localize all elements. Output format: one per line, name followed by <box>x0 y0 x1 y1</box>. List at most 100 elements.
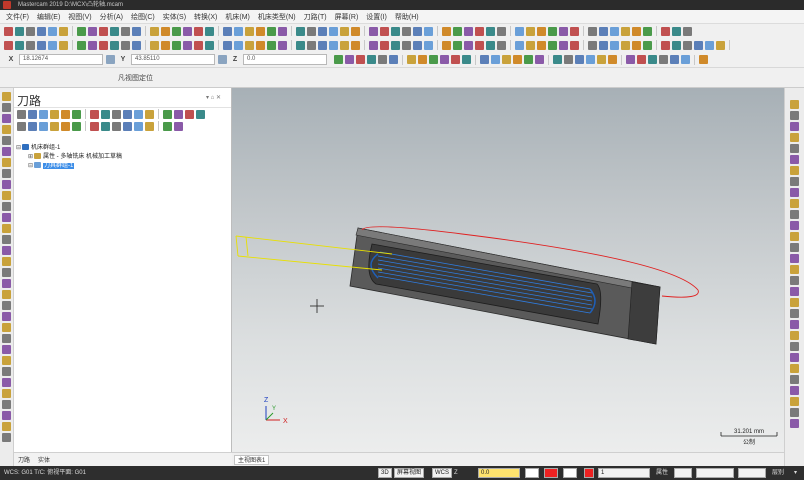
fillet-icon[interactable] <box>402 40 411 50</box>
strip-tool-icon[interactable] <box>2 367 11 376</box>
y-lock-icon[interactable] <box>218 55 227 64</box>
strip-tool-icon[interactable] <box>2 246 11 255</box>
solid-icon[interactable] <box>205 26 214 36</box>
expand-icon[interactable] <box>90 121 99 131</box>
regenerate-icon[interactable] <box>39 109 48 119</box>
strip-tool-icon[interactable] <box>2 147 11 156</box>
strip-tool-icon[interactable] <box>790 419 799 428</box>
delete-icon[interactable] <box>515 26 524 36</box>
status-dropdown-icon[interactable]: ▾ <box>794 466 797 480</box>
line-color-button[interactable] <box>544 468 558 478</box>
strip-tool-icon[interactable] <box>2 213 11 222</box>
autocursor-icon[interactable] <box>334 54 343 64</box>
wcs-button[interactable]: WCS <box>432 468 452 478</box>
level-icon[interactable] <box>599 26 608 36</box>
line-icon[interactable] <box>4 40 13 50</box>
solid-color-button[interactable] <box>584 468 594 478</box>
drill-icon[interactable] <box>161 40 170 50</box>
backplot-icon[interactable] <box>174 109 183 119</box>
redo-icon[interactable] <box>683 26 692 36</box>
pan-icon[interactable] <box>121 26 130 36</box>
endpoint-icon[interactable] <box>586 54 595 64</box>
print-icon[interactable] <box>661 26 670 36</box>
strip-tool-icon[interactable] <box>790 232 799 241</box>
spline-icon[interactable] <box>548 40 557 50</box>
scale-icon[interactable] <box>296 40 305 50</box>
strip-tool-icon[interactable] <box>790 155 799 164</box>
strip-tool-icon[interactable] <box>790 166 799 175</box>
rectangle-icon[interactable] <box>705 40 714 50</box>
move-down-icon[interactable] <box>112 121 121 131</box>
strip-tool-icon[interactable] <box>2 345 11 354</box>
strip-tool-icon[interactable] <box>790 309 799 318</box>
paste-icon[interactable] <box>88 26 97 36</box>
mirror-icon[interactable] <box>610 40 619 50</box>
color-icon[interactable] <box>194 26 203 36</box>
x-lock-icon[interactable] <box>106 55 115 64</box>
save-icon[interactable] <box>442 26 451 36</box>
trim-icon[interactable] <box>88 40 97 50</box>
strip-tool-icon[interactable] <box>790 111 799 120</box>
delete-op-icon[interactable] <box>112 109 121 119</box>
insert-arrow-icon[interactable] <box>134 121 143 131</box>
zoom-icon[interactable] <box>110 26 119 36</box>
offset-icon[interactable] <box>267 40 276 50</box>
y-coordinate-input[interactable]: 43.85110 <box>131 54 215 65</box>
attributes-label[interactable]: 属性 <box>656 466 668 480</box>
strip-tool-icon[interactable] <box>2 103 11 112</box>
circle-icon[interactable] <box>694 40 703 50</box>
select-invalid-icon[interactable] <box>145 109 154 119</box>
drill-icon[interactable] <box>329 40 338 50</box>
mirror-icon[interactable] <box>278 40 287 50</box>
color-swatch-button[interactable] <box>525 468 539 478</box>
wireframe-icon[interactable] <box>161 26 170 36</box>
shade-icon[interactable] <box>570 26 579 36</box>
arc-icon[interactable] <box>683 40 692 50</box>
redo-icon[interactable] <box>59 26 68 36</box>
strip-tool-icon[interactable] <box>2 114 11 123</box>
trim-icon[interactable] <box>424 40 433 50</box>
move-up-icon[interactable] <box>28 121 37 131</box>
autocursor-icon[interactable] <box>440 54 449 64</box>
strip-tool-icon[interactable] <box>790 133 799 142</box>
rectangle-icon[interactable] <box>537 40 546 50</box>
scroll-icon[interactable] <box>50 121 59 131</box>
fast-point-icon[interactable] <box>681 54 690 64</box>
strip-tool-icon[interactable] <box>790 199 799 208</box>
project-icon[interactable] <box>643 40 652 50</box>
scroll-icon[interactable] <box>145 121 154 131</box>
midpoint-icon[interactable] <box>597 54 606 64</box>
rotate-icon[interactable] <box>548 26 557 36</box>
fill-color-button[interactable] <box>563 468 577 478</box>
spline-icon[interactable] <box>716 40 725 50</box>
open-file-icon[interactable] <box>15 26 24 36</box>
strip-tool-icon[interactable] <box>2 191 11 200</box>
regenerate-dirty-icon[interactable] <box>163 109 172 119</box>
new-file-icon[interactable] <box>424 26 433 36</box>
strip-tool-icon[interactable] <box>790 276 799 285</box>
move-down-icon[interactable] <box>17 121 26 131</box>
new-file-icon[interactable] <box>632 26 641 36</box>
viewsheet-tab[interactable]: 主视图表1 <box>234 455 270 465</box>
spline-icon[interactable] <box>380 40 389 50</box>
strip-tool-icon[interactable] <box>2 411 11 420</box>
strip-tool-icon[interactable] <box>2 312 11 321</box>
regenerate-dirty-icon[interactable] <box>50 109 59 119</box>
circle-icon[interactable] <box>26 40 35 50</box>
levels-label[interactable]: 层别 <box>772 466 784 480</box>
drill-icon[interactable] <box>497 40 506 50</box>
translate-icon[interactable] <box>121 40 130 50</box>
offset-icon[interactable] <box>599 40 608 50</box>
strip-tool-icon[interactable] <box>2 400 11 409</box>
arc-icon[interactable] <box>351 40 360 50</box>
x-coordinate-input[interactable]: 18.12674 <box>19 54 103 65</box>
fit-screen-icon[interactable] <box>559 26 568 36</box>
grid-icon[interactable] <box>670 54 679 64</box>
tree-item-machine-group[interactable]: ⊟ 机床群组-1 <box>16 144 230 153</box>
delete-icon[interactable] <box>307 26 316 36</box>
trim-icon[interactable] <box>256 40 265 50</box>
cut-icon[interactable] <box>278 26 287 36</box>
strip-tool-icon[interactable] <box>790 177 799 186</box>
zoom-icon[interactable] <box>318 26 327 36</box>
redo-icon[interactable] <box>475 26 484 36</box>
